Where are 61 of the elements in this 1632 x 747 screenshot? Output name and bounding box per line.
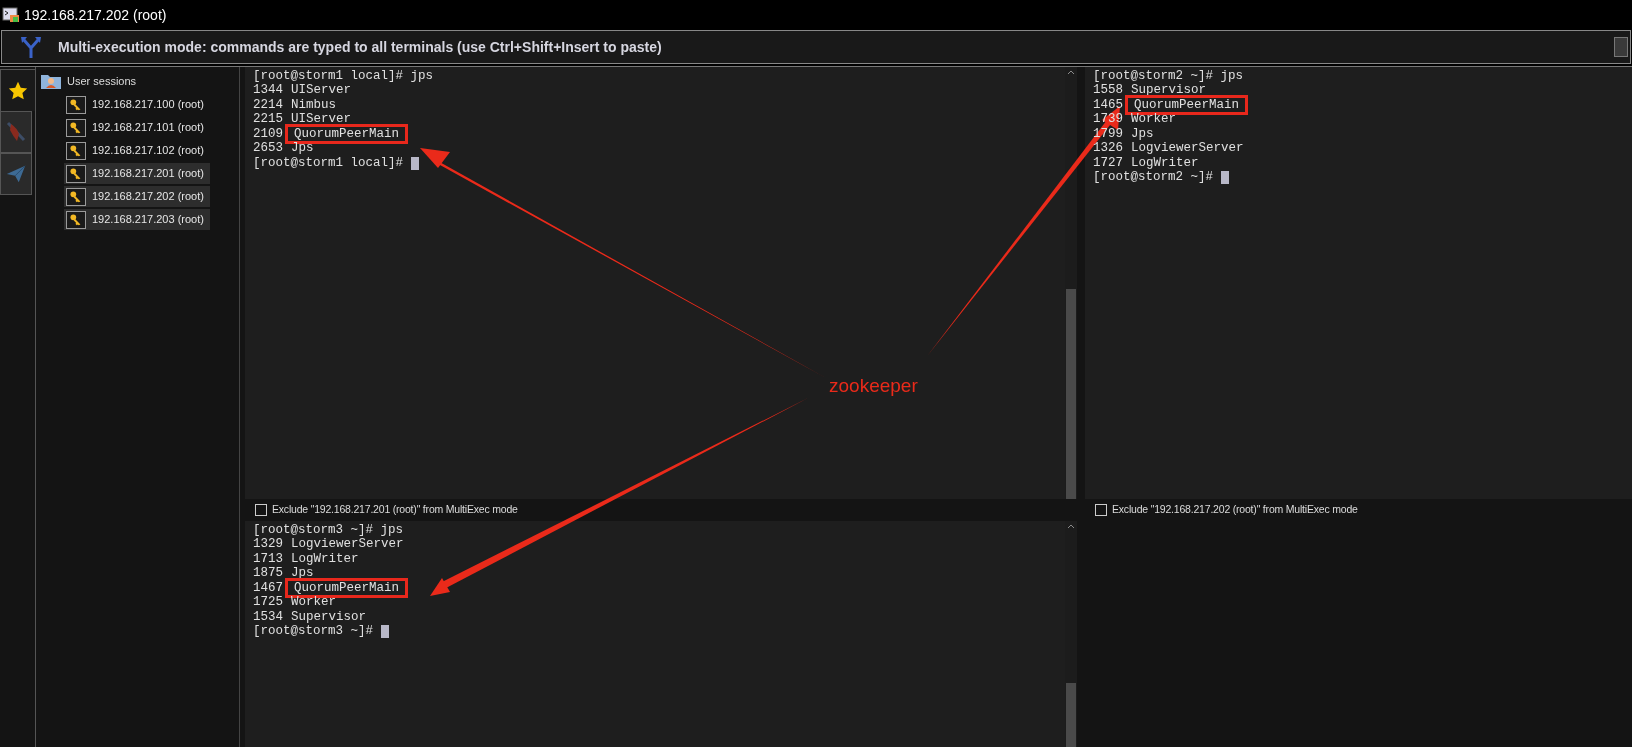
- process-id: 2653: [253, 140, 283, 157]
- process-id: 1467: [253, 579, 283, 596]
- terminal-app-icon: [2, 7, 20, 23]
- session-item[interactable]: 192.168.217.201 (root): [64, 163, 210, 184]
- terminal-line: [root@storm3 ~]#: [253, 623, 374, 641]
- session-item[interactable]: 192.168.217.203 (root): [64, 209, 210, 230]
- window-title: 192.168.217.202 (root): [24, 5, 167, 25]
- terminal-line: [root@storm2 ~]# jps: [1093, 67, 1244, 84]
- process-id: 2214: [253, 96, 283, 113]
- terminal-line: [root@storm1 local]#: [253, 154, 404, 172]
- process-id: 1727: [1093, 154, 1123, 171]
- process-id: 2215: [253, 111, 283, 128]
- process-name: LogWriter: [291, 550, 359, 567]
- folder-label: User sessions: [67, 73, 137, 89]
- process-id: 1326: [1093, 140, 1123, 157]
- key-icon: [66, 210, 86, 229]
- process-id: 2109: [253, 125, 283, 142]
- annotation-label: zookeeper: [829, 374, 918, 398]
- side-tab[interactable]: [0, 69, 35, 111]
- process-name: Nimbus: [291, 96, 337, 113]
- session-item[interactable]: 192.168.217.202 (root): [64, 186, 210, 207]
- key-icon: [66, 187, 86, 206]
- banner-text: Multi-execution mode: commands are typed to all terminals (use Ctrl+Shift+Insert to paste): [58, 37, 663, 57]
- process-name: LogviewerServer: [291, 536, 404, 553]
- process-id: 1534: [253, 608, 283, 625]
- terminal-line: [root@storm3 ~]# jps: [253, 521, 404, 538]
- process-name: LogviewerServer: [1131, 140, 1244, 157]
- process-id: 1558: [1093, 82, 1123, 99]
- process-name: Supervisor: [291, 608, 367, 625]
- panel-button[interactable]: [1614, 37, 1628, 57]
- key-icon: [66, 164, 86, 183]
- terminal-line: [root@storm2 ~]#: [1093, 169, 1214, 187]
- process-id: 1329: [253, 536, 283, 553]
- session-item[interactable]: 192.168.217.101 (root): [64, 117, 210, 138]
- user-folder-icon: [40, 72, 62, 90]
- exclude-label: Exclude "192.168.217.202 (root)" from MultiExec mode: [1112, 502, 1358, 518]
- exclude-checkbox[interactable]: [1095, 504, 1107, 516]
- terminal-line: [root@storm1 local]# jps: [253, 67, 434, 84]
- scrollbar-thumb[interactable]: [1066, 289, 1076, 499]
- key-icon: [66, 141, 86, 160]
- paper-plane-icon: [5, 163, 27, 185]
- cursor: [381, 625, 390, 639]
- process-id: 1875: [253, 565, 283, 582]
- scrollbar-thumb[interactable]: [1066, 683, 1076, 747]
- pocket-knife-icon: [5, 120, 27, 144]
- process-id: 1725: [253, 594, 283, 611]
- cursor: [1221, 171, 1230, 185]
- fork-arrow-icon: [20, 35, 42, 59]
- process-name: Jps: [1131, 125, 1154, 142]
- process-id: 1465: [1093, 96, 1123, 113]
- process-name: LogWriter: [1131, 154, 1199, 171]
- process-name: UIServer: [291, 82, 352, 99]
- process-id: 1713: [253, 550, 283, 567]
- key-icon: [66, 118, 86, 137]
- exclude-checkbox[interactable]: [255, 504, 267, 516]
- cursor: [411, 156, 420, 170]
- process-id: 1344: [253, 82, 283, 99]
- exclude-label: Exclude "192.168.217.201 (root)" from MultiExec mode: [272, 502, 518, 518]
- key-icon: [66, 95, 86, 114]
- session-item[interactable]: 192.168.217.102 (root): [64, 140, 210, 161]
- session-item[interactable]: 192.168.217.100 (root): [64, 94, 210, 115]
